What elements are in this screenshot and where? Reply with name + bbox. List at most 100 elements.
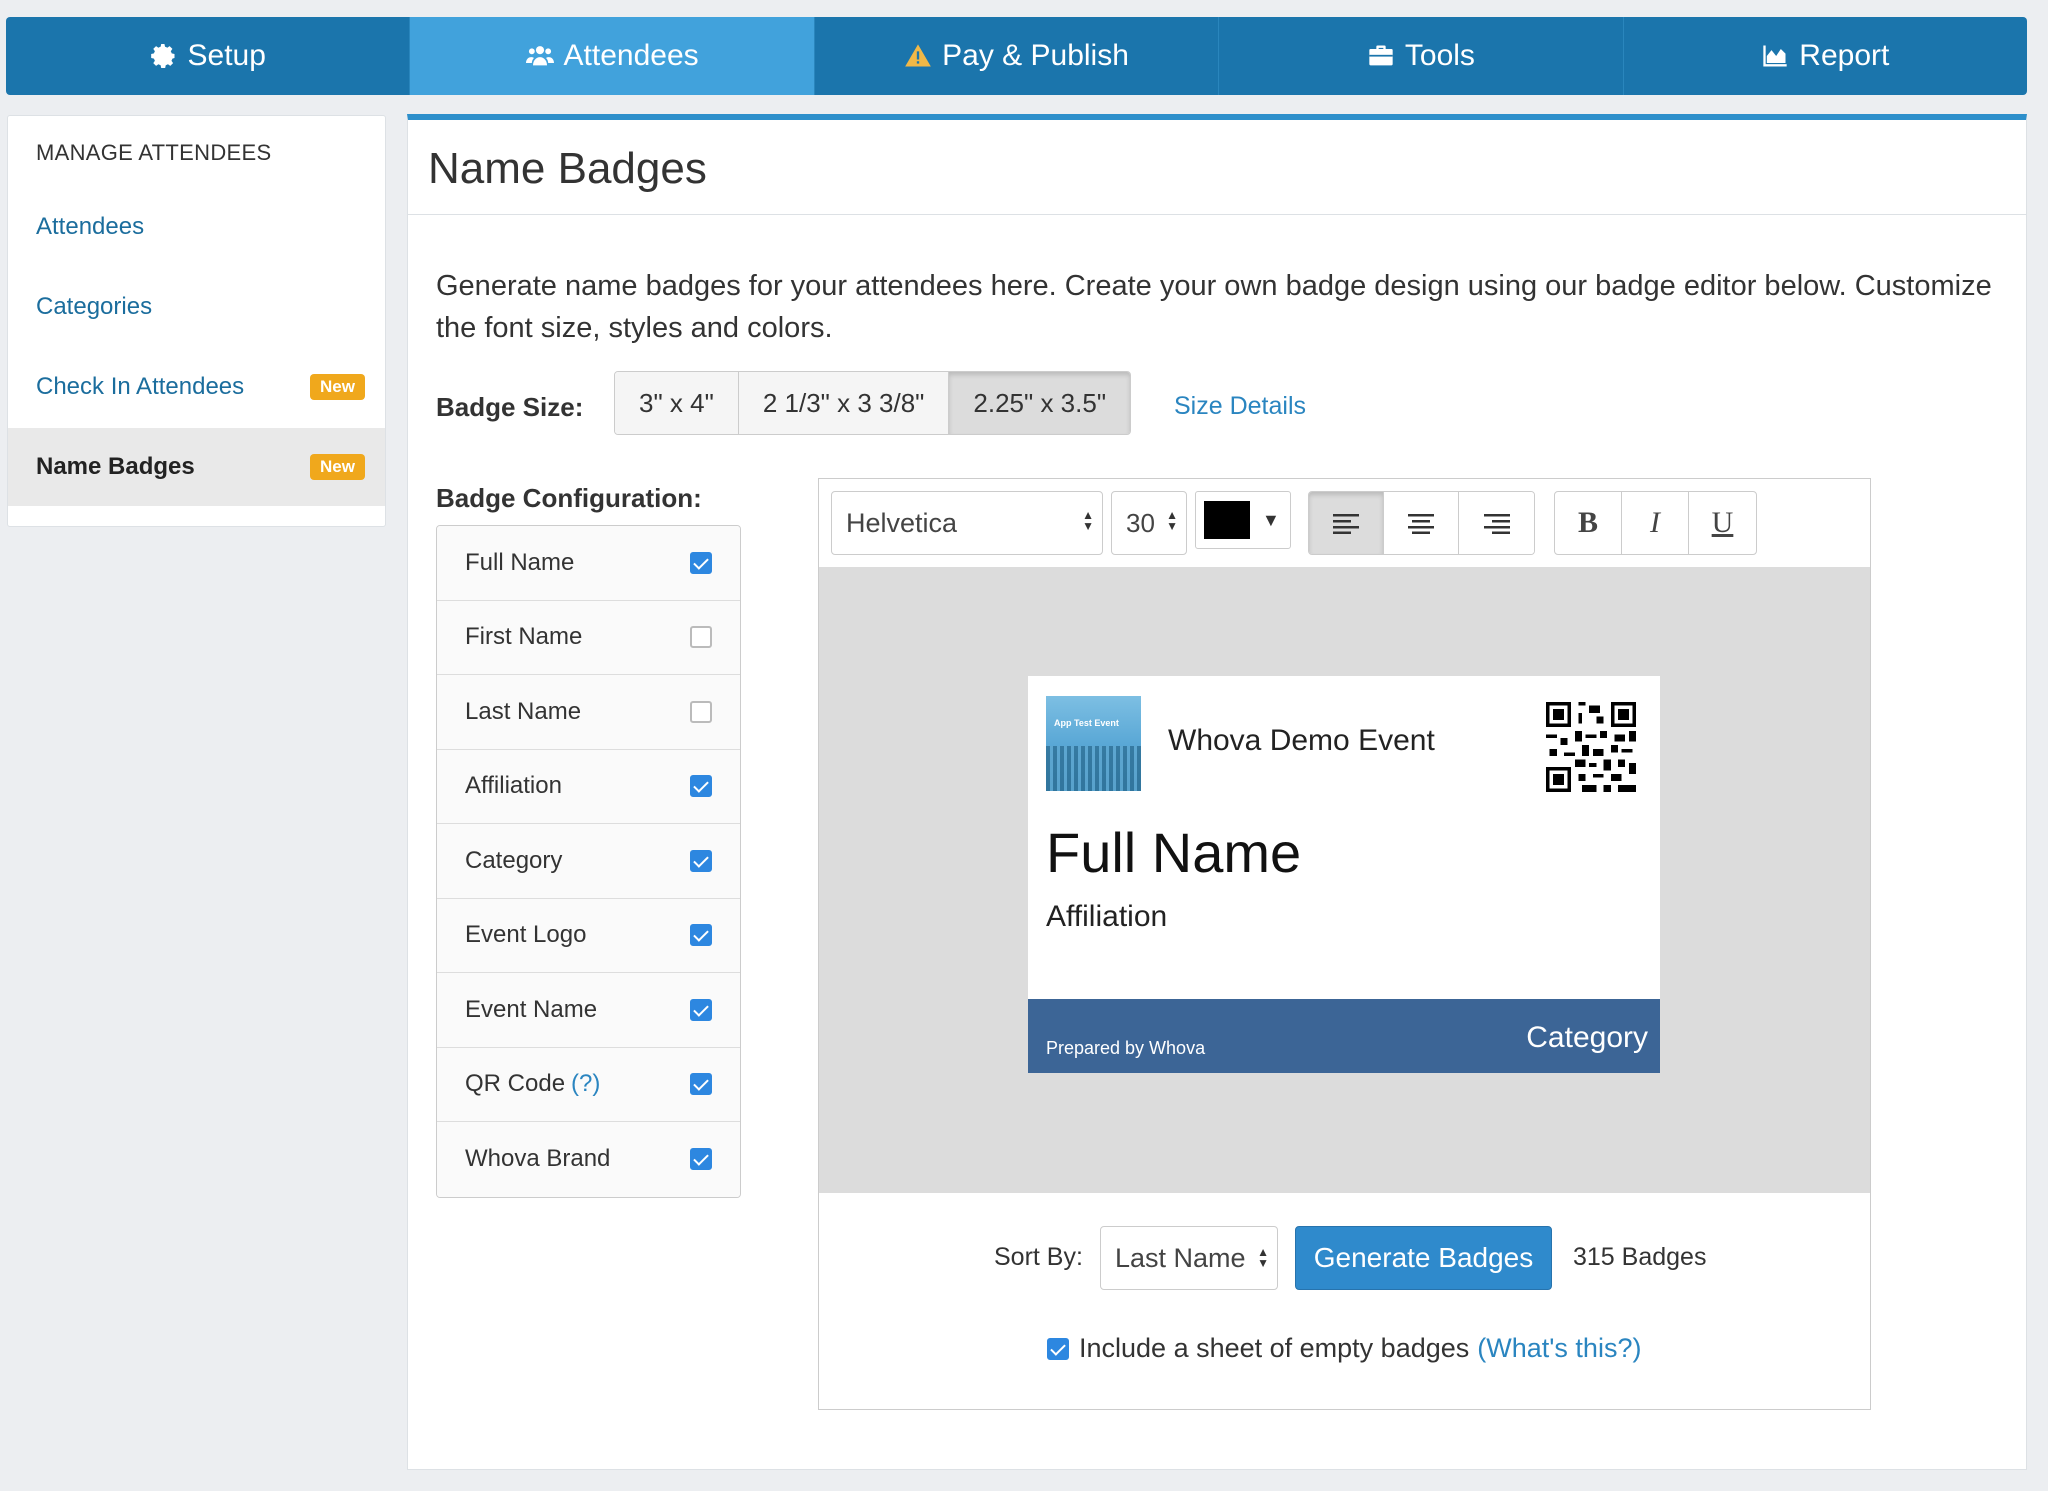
badge-category[interactable]: Category xyxy=(1526,1021,1648,1055)
divider xyxy=(408,214,2026,215)
new-badge: New xyxy=(310,374,365,400)
config-last-name[interactable]: Last Name xyxy=(437,675,740,750)
generate-badges-button[interactable]: Generate Badges xyxy=(1295,1226,1552,1290)
sidebar-item-attendees[interactable]: Attendees xyxy=(8,188,385,266)
tab-attendees[interactable]: Attendees xyxy=(410,17,815,95)
align-left-icon xyxy=(1333,514,1359,534)
badge-canvas: App Test Event Whova Demo Event Full Nam… xyxy=(819,567,1870,1193)
badge-size-label: Badge Size: xyxy=(436,392,584,422)
top-nav: Setup Attendees Pay & Publish Tools Repo… xyxy=(6,17,2027,95)
sidebar-item-categories[interactable]: Categories xyxy=(8,268,385,346)
briefcase-icon xyxy=(1369,45,1393,66)
config-label: QR Code xyxy=(465,1070,566,1098)
qr-code-icon[interactable] xyxy=(1546,702,1636,792)
area-chart-icon xyxy=(1763,45,1787,67)
sort-by-label: Sort By: xyxy=(994,1243,1083,1271)
config-label: First Name xyxy=(465,623,583,651)
size-details-link[interactable]: Size Details xyxy=(1174,392,1306,421)
sidebar-item-label: Name Badges xyxy=(36,453,195,480)
font-size-select[interactable]: 30 ▲ ▼ xyxy=(1111,491,1187,555)
badge-size-group: 3" x 4" 2 1/3" x 3 3/8" 2.25" x 3.5" xyxy=(614,371,1132,435)
page-description: Generate name badges for your attendees … xyxy=(436,270,1992,344)
font-family-value: Helvetica xyxy=(846,507,958,538)
checkbox[interactable] xyxy=(690,849,712,872)
sort-by-select[interactable]: Last Name ▲ ▼ xyxy=(1100,1226,1278,1290)
caret-down-icon: ▼ xyxy=(1262,509,1280,530)
tab-label: Setup xyxy=(187,39,266,72)
align-right-button[interactable] xyxy=(1459,492,1534,554)
editor-toolbar: Helvetica ▲ ▼ 30 ▲ ▼ ▼ B I U xyxy=(819,479,1870,567)
checkbox[interactable] xyxy=(690,626,712,649)
sidebar: MANAGE ATTENDEES Attendees Categories Ch… xyxy=(7,115,386,527)
checkbox[interactable] xyxy=(690,1073,712,1096)
tab-label: Report xyxy=(1799,39,1890,72)
gear-icon xyxy=(150,43,174,69)
badge-editor: Helvetica ▲ ▼ 30 ▲ ▼ ▼ B I U App Test Ev… xyxy=(818,478,1871,1410)
checkbox[interactable] xyxy=(690,998,712,1021)
tab-pay-publish[interactable]: Pay & Publish xyxy=(815,17,1220,95)
config-category[interactable]: Category xyxy=(437,824,740,899)
config-label: Event Name xyxy=(465,995,598,1023)
help-link[interactable]: (?) xyxy=(571,1070,600,1098)
sort-by-value: Last Name xyxy=(1115,1242,1246,1273)
logo-crowd-image xyxy=(1046,746,1141,791)
tab-report[interactable]: Report xyxy=(1624,17,2027,95)
font-size-value: 30 xyxy=(1126,507,1155,538)
config-label: Affiliation xyxy=(465,772,562,800)
empty-sheet-checkbox[interactable] xyxy=(1047,1337,1069,1360)
sidebar-item-label: Categories xyxy=(36,293,153,320)
align-center-button[interactable] xyxy=(1384,492,1459,554)
tab-label: Pay & Publish xyxy=(942,39,1129,72)
size-option-2-1-3x3-3-8[interactable]: 2 1/3" x 3 3/8" xyxy=(738,372,950,434)
config-event-name[interactable]: Event Name xyxy=(437,973,740,1048)
tab-setup[interactable]: Setup xyxy=(6,17,411,95)
sidebar-item-name-badges[interactable]: Name Badges New xyxy=(8,428,385,506)
badge-affiliation[interactable]: Affiliation xyxy=(1046,900,1167,934)
config-affiliation[interactable]: Affiliation xyxy=(437,749,740,824)
page-title: Name Badges xyxy=(428,144,707,193)
config-label: Full Name xyxy=(465,548,575,576)
config-label: Category xyxy=(465,846,563,874)
new-badge: New xyxy=(310,454,365,480)
tab-label: Attendees xyxy=(563,39,699,72)
tab-tools[interactable]: Tools xyxy=(1219,17,1624,95)
align-left-button[interactable] xyxy=(1309,492,1384,554)
sidebar-item-check-in[interactable]: Check In Attendees New xyxy=(8,348,385,426)
empty-sheet-label: Include a sheet of empty badges xyxy=(1079,1333,1470,1363)
badge-full-name[interactable]: Full Name xyxy=(1046,820,1301,885)
config-label: Event Logo xyxy=(465,921,587,949)
size-option-3x4[interactable]: 3" x 4" xyxy=(615,372,739,434)
bold-button[interactable]: B xyxy=(1555,492,1622,554)
whats-this-link[interactable]: (What's this?) xyxy=(1477,1333,1641,1364)
color-swatch xyxy=(1204,501,1250,539)
empty-sheet-option: Include a sheet of empty badges (What's … xyxy=(1047,1333,1641,1364)
config-first-name[interactable]: First Name xyxy=(437,600,740,675)
size-option-2-25x3-5[interactable]: 2.25" x 3.5" xyxy=(949,372,1131,434)
color-picker[interactable]: ▼ xyxy=(1195,491,1291,549)
config-qr-code[interactable]: QR Code (?) xyxy=(437,1047,740,1122)
event-name[interactable]: Whova Demo Event xyxy=(1168,724,1435,758)
font-family-select[interactable]: Helvetica ▲ ▼ xyxy=(831,491,1103,555)
align-center-icon xyxy=(1408,514,1434,534)
align-right-icon xyxy=(1483,514,1510,534)
checkbox[interactable] xyxy=(690,551,712,574)
select-arrows-icon: ▲ ▼ xyxy=(1082,508,1094,533)
italic-button[interactable]: I xyxy=(1622,492,1689,554)
warning-icon xyxy=(905,44,931,67)
badge-config-list: Full Name First Name Last Name Affiliati… xyxy=(436,525,741,1198)
config-label: Whova Brand xyxy=(465,1145,611,1173)
badge-count: 315 Badges xyxy=(1573,1243,1707,1271)
tab-label: Tools xyxy=(1404,39,1475,72)
config-whova-brand[interactable]: Whova Brand xyxy=(437,1122,740,1197)
badge-preview: App Test Event Whova Demo Event Full Nam… xyxy=(1028,676,1660,1073)
checkbox[interactable] xyxy=(690,1148,712,1171)
underline-button[interactable]: U xyxy=(1689,492,1756,554)
config-label: Last Name xyxy=(465,697,582,725)
event-logo[interactable]: App Test Event xyxy=(1046,696,1141,791)
checkbox[interactable] xyxy=(690,775,712,798)
checkbox[interactable] xyxy=(690,924,712,947)
main-panel: Name Badges Generate name badges for you… xyxy=(407,114,2027,1470)
config-full-name[interactable]: Full Name xyxy=(437,526,740,601)
config-event-logo[interactable]: Event Logo xyxy=(437,898,740,973)
checkbox[interactable] xyxy=(690,700,712,723)
